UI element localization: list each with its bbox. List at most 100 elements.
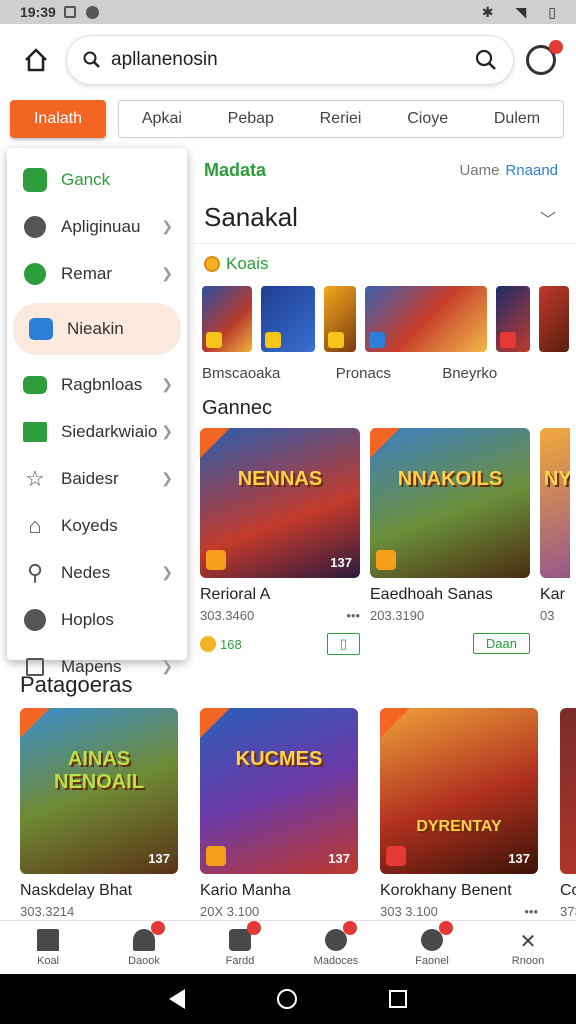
category-label[interactable]: Bneyrko	[442, 365, 576, 382]
search-submit-icon[interactable]	[475, 49, 497, 71]
card-meta: 20X 3.100	[200, 904, 260, 919]
menu-label: Siedarkwiaio	[61, 421, 158, 441]
open-button[interactable]: ▯	[326, 633, 360, 655]
search-bar[interactable]	[66, 35, 514, 85]
folder-icon	[23, 421, 47, 442]
game-cover: KUCMES 137	[200, 708, 358, 874]
game-cover: DYRENTAY 137	[380, 708, 538, 874]
game-thumbnail[interactable]	[261, 286, 315, 352]
badge	[151, 920, 165, 935]
game-thumbnail[interactable]	[365, 286, 487, 352]
menu-item-nedes[interactable]: ⚲ Nedes ❯	[7, 549, 187, 596]
nav-item-madoces[interactable]: Madoces	[296, 920, 376, 967]
bell-icon	[133, 920, 165, 951]
menu-item-apps[interactable]: Apliginuau ❯	[7, 203, 187, 250]
game-thumbnail[interactable]	[202, 286, 252, 352]
game-card[interactable]: NNAKOILS Eaedhoah Sanas 203.3190 Daan	[370, 428, 530, 655]
card-name: Naskdelay Bhat	[20, 882, 133, 899]
menu-label: Apliginuau	[61, 216, 141, 236]
nav-item-home[interactable]: Koal	[8, 928, 88, 967]
menu-item-ragbnloas[interactable]: Ragbnloas ❯	[7, 361, 187, 408]
tab-item[interactable]: Dulem	[494, 110, 540, 128]
cover-count: 137	[330, 555, 352, 570]
koais-label: Koais	[226, 254, 269, 273]
cover-title: KUCMES	[235, 748, 323, 770]
notification-icon	[63, 5, 76, 18]
cover-title: DYRENTAY	[416, 818, 502, 835]
home-icon	[37, 928, 59, 951]
uame-label: Uame	[459, 161, 500, 179]
tab-active[interactable]: Inalath	[10, 100, 106, 138]
game-thumbnail[interactable]	[496, 286, 530, 352]
card-name: Korokhany Benent	[380, 882, 512, 899]
card-meta: 303.3214	[20, 904, 75, 919]
cover-count: 137	[148, 851, 170, 866]
more-icon[interactable]: •••	[346, 608, 360, 623]
tab-item[interactable]: Reriei	[320, 110, 362, 128]
card-meta: 203.3190	[370, 608, 425, 623]
game-card-row: NENNAS 137 Rerioral A 303.3460 ••• 168 ▯ …	[190, 428, 576, 655]
chevron-right-icon: ❯	[161, 564, 173, 580]
chevron-right-icon: ❯	[161, 265, 173, 281]
recents-icon[interactable]	[389, 990, 407, 1008]
menu-item-nieakin[interactable]: Nieakin	[13, 303, 181, 355]
game-card[interactable]: NY Kar 03	[540, 428, 570, 655]
menu-label: Koyeds	[61, 515, 118, 535]
category-label[interactable]: Bmscaoaka	[202, 365, 336, 382]
menu-item-remar[interactable]: Remar ❯	[7, 250, 187, 297]
nav-item-daook[interactable]: Daook	[104, 920, 184, 967]
chevron-right-icon: ❯	[161, 658, 173, 674]
game-thumbnail[interactable]	[539, 286, 569, 352]
card-points: 168	[220, 636, 242, 652]
badge	[439, 920, 453, 935]
notification-badge	[549, 40, 563, 54]
games-title: Gannec	[202, 396, 273, 419]
more-icon[interactable]: •••	[524, 904, 538, 919]
nav-item-fardd[interactable]: Fardd	[200, 920, 280, 967]
app-icon	[206, 846, 226, 866]
game-card[interactable]: Cor 373	[560, 708, 576, 919]
side-menu: Ganck Apliginuau ❯ Remar ❯ Nieakin Ragbn…	[7, 148, 187, 676]
card-name: Eaedhoah Sanas	[370, 586, 493, 603]
search-input[interactable]	[111, 49, 475, 71]
menu-item-baidesr[interactable]: ☆ Baidesr ❯	[7, 455, 187, 502]
tag-icon	[325, 920, 357, 951]
main-content: Madata Uame Rnaand Sanakal ﹀ Koais Bmscao…	[190, 148, 576, 658]
nav-item-faonel[interactable]: Faonel	[392, 920, 472, 967]
menu-item-koyeds[interactable]: ⌂ Koyeds	[7, 502, 187, 549]
card-name: Kar	[540, 586, 565, 603]
home-circle-icon[interactable]	[277, 989, 297, 1009]
menu-item-siedarkwiaio[interactable]: Siedarkwiaio ❯	[7, 408, 187, 455]
tab-group: Apkai Pebap Reriei Cioye Dulem	[118, 100, 564, 138]
wifi-icon: ◥	[515, 3, 527, 20]
nav-label: Faonel	[415, 954, 449, 967]
section-dropdown[interactable]: Sanakal ﹀	[190, 192, 576, 244]
bag-icon: ⌂	[28, 512, 42, 538]
tab-item[interactable]: Apkai	[142, 110, 182, 128]
game-thumbnail[interactable]	[324, 286, 356, 352]
game-card[interactable]: KUCMES 137 Kario Manha 20X 3.100	[200, 708, 358, 919]
game-card[interactable]: NENNAS 137 Rerioral A 303.3460 ••• 168 ▯	[200, 428, 360, 655]
nav-item-rnoon[interactable]: ✕ Rnoon	[488, 929, 568, 967]
star-icon: ☆	[25, 465, 45, 491]
menu-item-hoplos[interactable]: Hoplos	[7, 596, 187, 643]
tab-item[interactable]: Cioye	[407, 110, 448, 128]
check-icon	[24, 262, 46, 285]
category-label[interactable]: Pronacs	[336, 365, 442, 382]
card-name: Cor	[560, 882, 576, 899]
nav-label: Koal	[36, 954, 60, 967]
menu-item-ganck[interactable]: Ganck	[7, 156, 187, 203]
download-button[interactable]: Daan	[472, 633, 530, 654]
tab-item[interactable]: Pebap	[228, 110, 274, 128]
home-button[interactable]	[16, 40, 56, 80]
game-card[interactable]: DYRENTAY 137 Korokhany Benent 303 3.100 •…	[380, 708, 538, 919]
profile-button[interactable]	[526, 40, 563, 75]
bottom-card-row: AINAS NENOAIL 137 Naskdelay Bhat 303.321…	[20, 708, 576, 919]
card-meta: 303.3460	[200, 608, 255, 623]
back-icon[interactable]	[169, 989, 185, 1009]
coin-icon	[200, 636, 216, 652]
cover-count: 137	[328, 851, 350, 866]
section-link[interactable]: Rnaand	[505, 162, 558, 179]
game-card[interactable]: AINAS NENOAIL 137 Naskdelay Bhat 303.321…	[20, 708, 178, 919]
menu-label: Remar	[61, 263, 113, 283]
